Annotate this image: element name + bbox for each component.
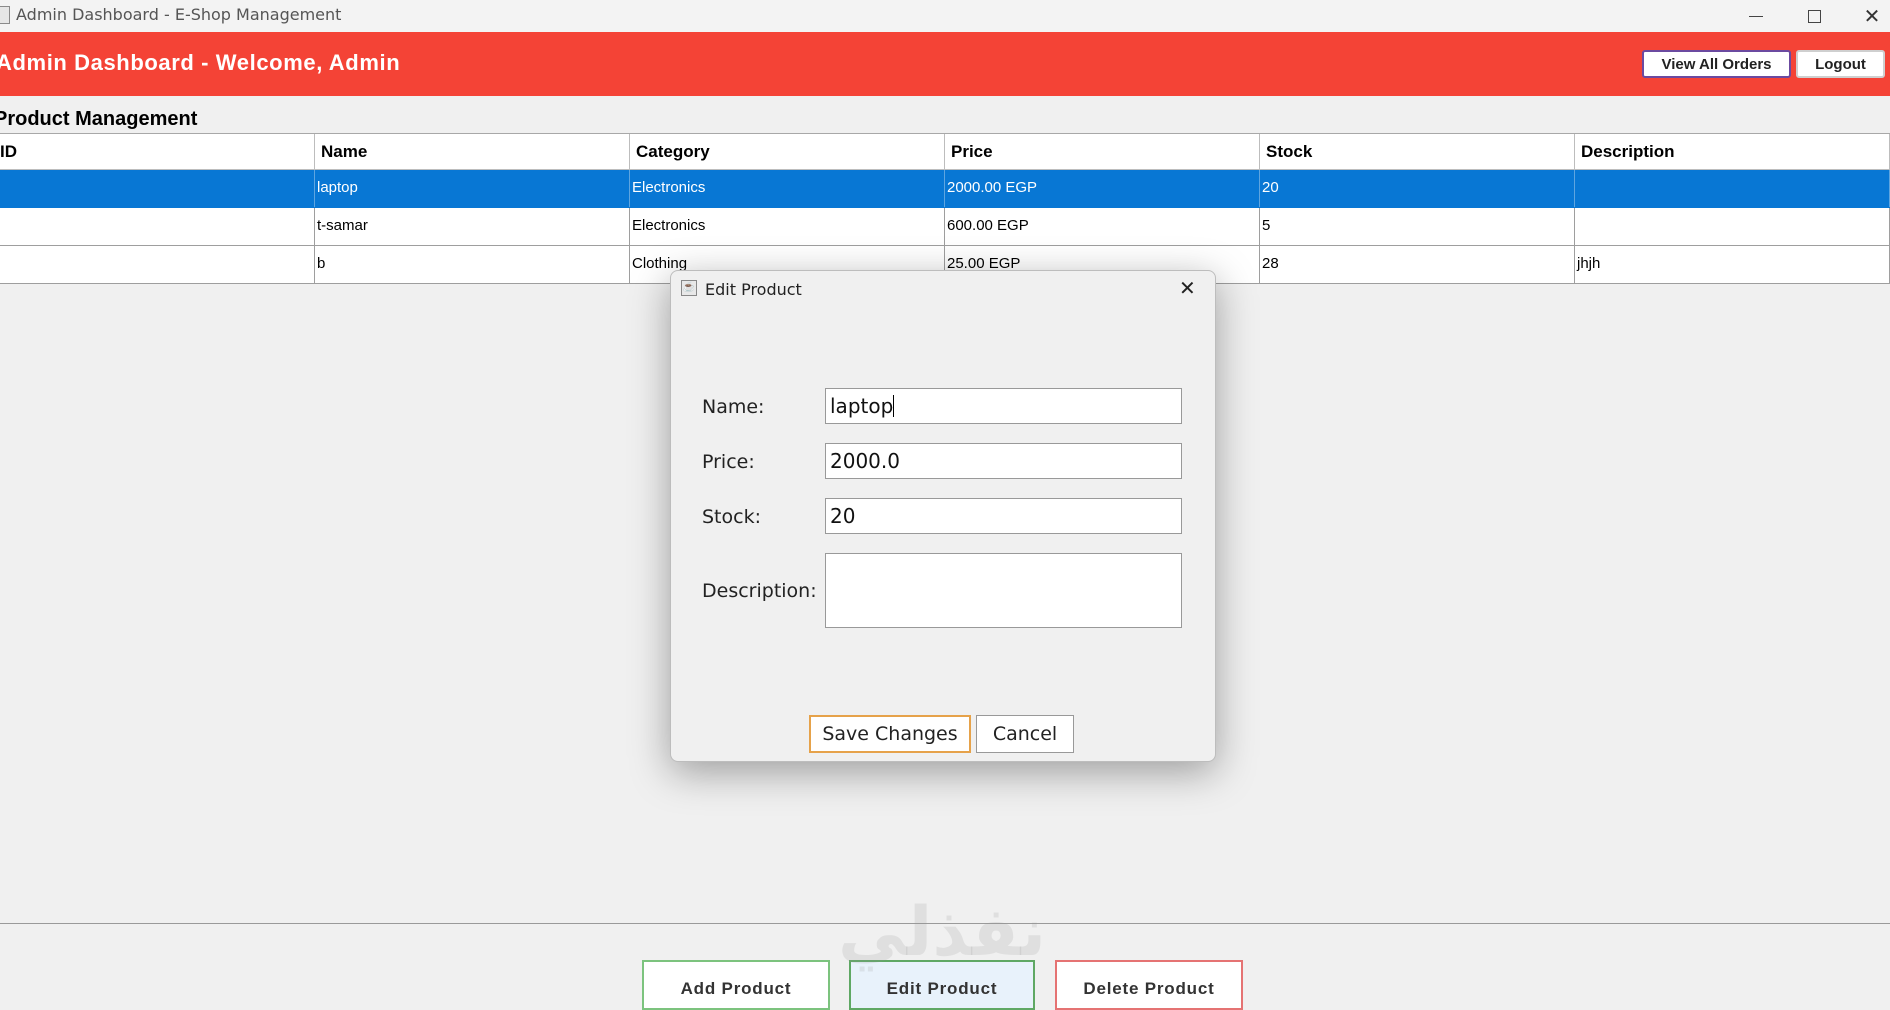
- close-icon: ✕: [1179, 276, 1196, 300]
- maximize-icon: [1807, 9, 1821, 23]
- view-all-orders-button[interactable]: View All Orders: [1642, 50, 1791, 78]
- description-field[interactable]: [825, 553, 1182, 628]
- price-field[interactable]: 2000.0: [825, 443, 1182, 479]
- column-header-name[interactable]: Name: [314, 134, 630, 169]
- window-title: Admin Dashboard - E-Shop Management: [16, 5, 342, 24]
- name-label: Name:: [702, 396, 765, 418]
- stock-label: Stock:: [702, 506, 761, 528]
- cancel-button[interactable]: Cancel: [976, 715, 1074, 753]
- cell-stock[interactable]: 5: [1260, 208, 1575, 245]
- text-caret: [893, 395, 895, 417]
- product-table: ID Name Category Price Stock Description…: [0, 133, 1890, 284]
- cell-description[interactable]: [1575, 170, 1890, 207]
- cell-name[interactable]: b: [315, 246, 630, 283]
- cell-id[interactable]: 2: [0, 208, 315, 245]
- cell-price[interactable]: 2000.00 EGP: [945, 170, 1260, 207]
- window-close-button[interactable]: ✕: [1843, 0, 1890, 32]
- column-header-stock[interactable]: Stock: [1259, 134, 1575, 169]
- close-icon: ✕: [1863, 4, 1881, 28]
- cell-stock[interactable]: 20: [1260, 170, 1575, 207]
- section-title: Product Management: [0, 108, 198, 130]
- cell-stock[interactable]: 28: [1260, 246, 1575, 283]
- cell-id[interactable]: 3: [0, 246, 315, 283]
- cell-id[interactable]: 1: [0, 170, 315, 207]
- column-header-category[interactable]: Category: [629, 134, 945, 169]
- minimize-button[interactable]: [1727, 0, 1785, 32]
- cell-name[interactable]: t-samar: [315, 208, 630, 245]
- column-header-description[interactable]: Description: [1574, 134, 1890, 169]
- cell-price[interactable]: 600.00 EGP: [945, 208, 1260, 245]
- dialog-title: Edit Product: [705, 280, 802, 299]
- table-header: ID Name Category Price Stock Description: [0, 134, 1890, 170]
- java-cup-icon: ☕: [681, 280, 697, 296]
- cell-description[interactable]: [1575, 208, 1890, 245]
- name-field-value: laptop: [830, 394, 894, 418]
- cell-name[interactable]: laptop: [315, 170, 630, 207]
- table-row[interactable]: 1 laptop Electronics 2000.00 EGP 20: [0, 170, 1890, 208]
- logout-button[interactable]: Logout: [1796, 50, 1885, 78]
- column-header-id[interactable]: ID: [0, 134, 315, 169]
- cell-category[interactable]: Electronics: [630, 170, 945, 207]
- table-row[interactable]: 2 t-samar Electronics 600.00 EGP 5: [0, 208, 1890, 246]
- stock-field[interactable]: 20: [825, 498, 1182, 534]
- window-titlebar: Admin Dashboard - E-Shop Management ✕: [0, 0, 1890, 32]
- delete-product-button[interactable]: Delete Product: [1055, 960, 1243, 1010]
- minimize-icon: [1749, 15, 1763, 17]
- java-app-icon: [0, 6, 10, 24]
- column-header-price[interactable]: Price: [944, 134, 1260, 169]
- save-changes-button[interactable]: Save Changes: [809, 715, 971, 753]
- cell-category[interactable]: Electronics: [630, 208, 945, 245]
- dialog-close-button[interactable]: ✕: [1179, 276, 1196, 300]
- add-product-button[interactable]: Add Product: [642, 960, 830, 1010]
- description-label: Description:: [702, 580, 817, 602]
- price-label: Price:: [702, 451, 755, 473]
- dashboard-header: Admin Dashboard - Welcome, Admin View Al…: [0, 32, 1890, 96]
- header-title: Admin Dashboard - Welcome, Admin: [0, 50, 401, 75]
- name-field[interactable]: laptop: [825, 388, 1182, 424]
- edit-product-dialog: ☕ Edit Product ✕ Name: laptop Price: 200…: [670, 270, 1216, 762]
- maximize-button[interactable]: [1785, 0, 1843, 32]
- watermark-logo: نفذلي: [838, 893, 1047, 972]
- cell-description[interactable]: jhjh: [1575, 246, 1890, 283]
